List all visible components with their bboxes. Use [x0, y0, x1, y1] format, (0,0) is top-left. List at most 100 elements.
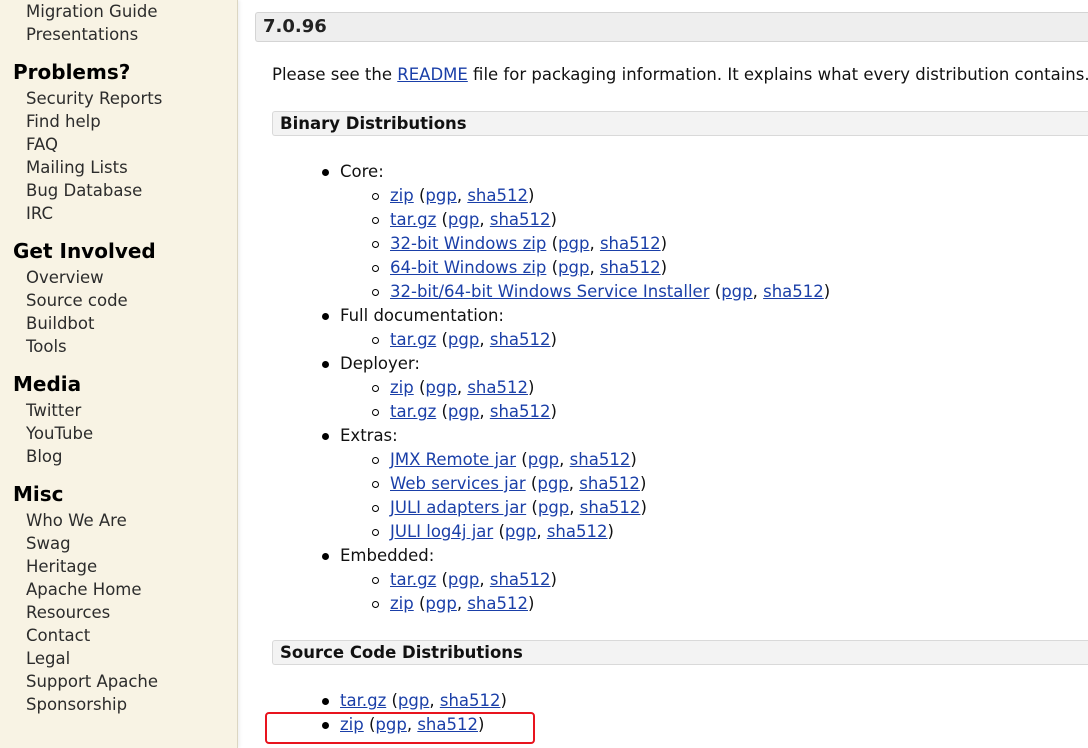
deployer-tar-gz-sha512-link[interactable]: sha512: [490, 402, 551, 421]
paren-close: ): [528, 186, 535, 205]
sidebar-item-resources[interactable]: Resources: [26, 603, 110, 623]
paren-open: (: [363, 715, 376, 734]
sidebar-item-contact[interactable]: Contact: [26, 626, 90, 646]
circle-bullet: [372, 289, 379, 296]
full-documentation-tar-gz-download-link[interactable]: tar.gz: [390, 330, 436, 349]
extras-web-services-jar-download-link[interactable]: Web services jar: [390, 474, 526, 493]
extras-juli-adapters-jar-download-link[interactable]: JULI adapters jar: [390, 498, 526, 517]
extras-web-services-jar-pgp-link[interactable]: pgp: [537, 474, 568, 493]
paren-open: (: [493, 522, 505, 541]
source-zip-download-link[interactable]: zip: [340, 715, 364, 734]
circle-bullet: [372, 241, 379, 248]
paren-close: ): [550, 570, 557, 589]
source-tar-gz-download-link[interactable]: tar.gz: [340, 691, 386, 710]
extras-web-services-jar-row: Web services jar (pgp, sha512): [390, 473, 646, 495]
source-tar-gz-sha512-link[interactable]: sha512: [440, 691, 501, 710]
sidebar-item-sponsorship[interactable]: Sponsorship: [26, 695, 127, 715]
sidebar-item-youtube[interactable]: YouTube: [26, 424, 93, 444]
sidebar-item-security-reports[interactable]: Security Reports: [26, 89, 162, 109]
sidebar-item-presentations[interactable]: Presentations: [26, 25, 138, 45]
extras-jmx-remote-jar-sha512-link[interactable]: sha512: [570, 450, 631, 469]
core-tar-gz-download-link[interactable]: tar.gz: [390, 210, 436, 229]
sidebar-item-migration-guide[interactable]: Migration Guide: [26, 2, 158, 22]
paren-close: ): [500, 691, 507, 710]
sidebar-item-irc[interactable]: IRC: [26, 204, 53, 224]
core-32-bit-windows-zip-download-link[interactable]: 32-bit Windows zip: [390, 234, 546, 253]
core-32-bit-windows-zip-row: 32-bit Windows zip (pgp, sha512): [390, 233, 667, 255]
circle-bullet: [372, 193, 379, 200]
sidebar-item-heritage[interactable]: Heritage: [26, 557, 97, 577]
deployer-zip-pgp-link[interactable]: pgp: [425, 378, 456, 397]
extras-juli-adapters-jar-sha512-link[interactable]: sha512: [580, 498, 641, 517]
sidebar-item-blog[interactable]: Blog: [26, 447, 62, 467]
group-label-embedded: Embedded:: [340, 546, 435, 565]
extras-juli-log4j-jar-pgp-link[interactable]: pgp: [505, 522, 536, 541]
extras-juli-log4j-jar-sha512-link[interactable]: sha512: [547, 522, 608, 541]
core-tar-gz-sha512-link[interactable]: sha512: [490, 210, 551, 229]
extras-juli-adapters-jar-pgp-link[interactable]: pgp: [538, 498, 569, 517]
deployer-zip-sha512-link[interactable]: sha512: [467, 378, 528, 397]
version-header: 7.0.96: [255, 12, 1088, 42]
circle-bullet: [372, 505, 379, 512]
intro-text-before: Please see the: [272, 65, 398, 84]
embedded-tar-gz-sha512-link[interactable]: sha512: [490, 570, 551, 589]
embedded-zip-pgp-link[interactable]: pgp: [425, 594, 456, 613]
core-zip-download-link[interactable]: zip: [390, 186, 414, 205]
core-64-bit-windows-zip-download-link[interactable]: 64-bit Windows zip: [390, 258, 546, 277]
embedded-zip-sha512-link[interactable]: sha512: [467, 594, 528, 613]
core-tar-gz-pgp-link[interactable]: pgp: [448, 210, 479, 229]
extras-juli-log4j-jar-download-link[interactable]: JULI log4j jar: [390, 522, 493, 541]
core-32-bit-64-bit-windows-service-installer-download-link[interactable]: 32-bit/64-bit Windows Service Installer: [390, 282, 710, 301]
sidebar-heading-4: Misc: [13, 482, 64, 506]
paren-open: (: [516, 450, 528, 469]
sidebar-item-overview[interactable]: Overview: [26, 268, 104, 288]
sidebar-item-mailing-lists[interactable]: Mailing Lists: [26, 158, 128, 178]
sidebar-item-support-apache[interactable]: Support Apache: [26, 672, 158, 692]
paren-open: (: [709, 282, 722, 301]
core-32-bit-64-bit-windows-service-installer-sha512-link[interactable]: sha512: [763, 282, 824, 301]
sidebar-item-who-we-are[interactable]: Who We Are: [26, 511, 127, 531]
deployer-zip-download-link[interactable]: zip: [390, 378, 414, 397]
deployer-tar-gz-pgp-link[interactable]: pgp: [448, 402, 479, 421]
extras-jmx-remote-jar-download-link[interactable]: JMX Remote jar: [390, 450, 516, 469]
embedded-tar-gz-pgp-link[interactable]: pgp: [448, 570, 479, 589]
source-zip-pgp-link[interactable]: pgp: [375, 715, 406, 734]
core-64-bit-windows-zip-row: 64-bit Windows zip (pgp, sha512): [390, 257, 667, 279]
core-zip-row: zip (pgp, sha512): [390, 185, 534, 207]
sidebar-heading-2: Get Involved: [13, 239, 156, 263]
sidebar-item-faq[interactable]: FAQ: [26, 135, 58, 155]
paren-close: ): [660, 234, 668, 253]
bullet-source-0: [322, 698, 329, 705]
source-zip-sha512-link[interactable]: sha512: [417, 715, 478, 734]
sidebar-item-tools[interactable]: Tools: [26, 337, 67, 357]
core-32-bit-windows-zip-sha512-link[interactable]: sha512: [600, 234, 661, 253]
core-64-bit-windows-zip-pgp-link[interactable]: pgp: [558, 258, 589, 277]
sidebar-item-twitter[interactable]: Twitter: [26, 401, 81, 421]
embedded-tar-gz-download-link[interactable]: tar.gz: [390, 570, 436, 589]
extras-web-services-jar-sha512-link[interactable]: sha512: [579, 474, 640, 493]
extras-juli-adapters-jar-row: JULI adapters jar (pgp, sha512): [390, 497, 647, 519]
extras-jmx-remote-jar-pgp-link[interactable]: pgp: [528, 450, 559, 469]
sidebar-item-bug-database[interactable]: Bug Database: [26, 181, 142, 201]
sidebar-item-legal[interactable]: Legal: [26, 649, 70, 669]
deployer-tar-gz-download-link[interactable]: tar.gz: [390, 402, 436, 421]
paren-open: (: [436, 570, 448, 589]
separator: ,: [536, 522, 547, 541]
core-32-bit-windows-zip-pgp-link[interactable]: pgp: [558, 234, 589, 253]
bullet-full-documentation: [322, 313, 329, 320]
core-zip-pgp-link[interactable]: pgp: [425, 186, 456, 205]
core-32-bit-64-bit-windows-service-installer-pgp-link[interactable]: pgp: [721, 282, 752, 301]
readme-link[interactable]: README: [397, 65, 468, 84]
sidebar-item-buildbot[interactable]: Buildbot: [26, 314, 94, 334]
core-zip-sha512-link[interactable]: sha512: [467, 186, 528, 205]
sidebar-item-find-help[interactable]: Find help: [26, 112, 101, 132]
sidebar-item-swag[interactable]: Swag: [26, 534, 71, 554]
source-tar-gz-pgp-link[interactable]: pgp: [398, 691, 429, 710]
full-documentation-tar-gz-sha512-link[interactable]: sha512: [490, 330, 551, 349]
sidebar-item-source-code[interactable]: Source code: [26, 291, 128, 311]
embedded-zip-download-link[interactable]: zip: [390, 594, 414, 613]
full-documentation-tar-gz-pgp-link[interactable]: pgp: [448, 330, 479, 349]
paren-close: ): [550, 402, 557, 421]
sidebar-item-apache-home[interactable]: Apache Home: [26, 580, 142, 600]
core-64-bit-windows-zip-sha512-link[interactable]: sha512: [600, 258, 661, 277]
